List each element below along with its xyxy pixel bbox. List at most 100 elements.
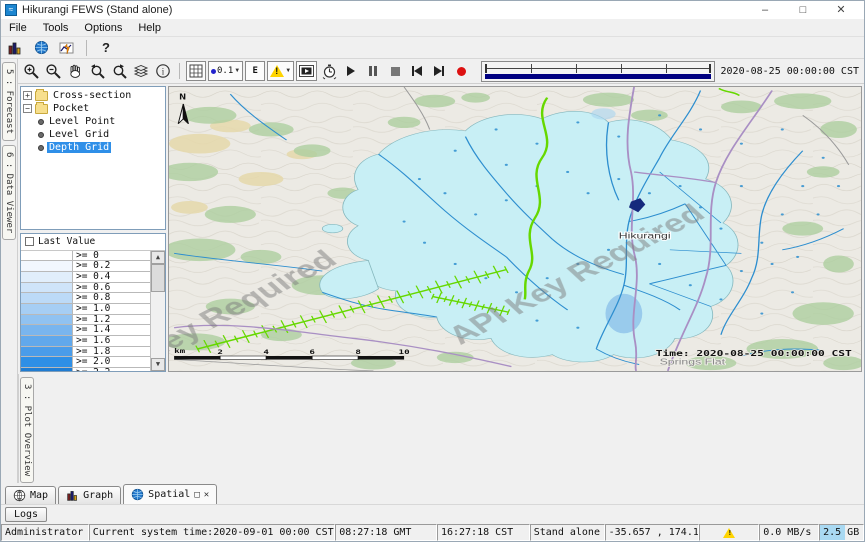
tab-forecast[interactable]: 5 : Forecast [2, 62, 16, 141]
zoom-in-icon[interactable] [21, 61, 41, 81]
svg-text:2: 2 [217, 348, 223, 355]
maximize-button[interactable]: □ [784, 2, 822, 19]
layers-icon[interactable] [131, 61, 151, 81]
skip-to-end-button[interactable] [429, 61, 449, 81]
tab-graph-label: Graph [83, 490, 113, 501]
svg-text:i: i [162, 67, 165, 77]
legend-scrollbar[interactable]: ▲ ▼ [151, 251, 165, 371]
legend-color-swatch [21, 315, 73, 325]
time-slider-track[interactable] [485, 64, 710, 73]
title-bar: ≈ Hikurangi FEWS (Stand alone) – □ ✕ [1, 1, 864, 19]
labels-toggle-button[interactable]: E [245, 61, 265, 81]
zoom-next-icon[interactable] [109, 61, 129, 81]
info-icon[interactable]: i [153, 61, 173, 81]
tree-node-cross-section[interactable]: + Cross-section [23, 89, 165, 102]
help-question-icon: ? [102, 40, 110, 55]
class-dot-icon [211, 69, 216, 74]
legend-value-label: >= 1.4 [73, 325, 150, 335]
main-area: 5 : Forecast 6 : Data Viewer [1, 59, 864, 483]
legend-row[interactable]: >= 2.2 [21, 368, 150, 371]
toolbar-separator [86, 40, 87, 56]
forecast-manager-icon[interactable] [4, 38, 26, 58]
svg-text:8: 8 [355, 348, 361, 355]
legend-body: >= 0>= 0.2>= 0.4>= 0.6>= 0.8>= 1.0>= 1.2… [21, 251, 165, 371]
help-button[interactable]: ? [95, 38, 117, 58]
skip-to-start-button[interactable] [407, 61, 427, 81]
status-bar: Administrator Current system time:2020-0… [1, 524, 864, 541]
menu-file[interactable]: File [1, 21, 35, 35]
grid-display-button[interactable] [186, 61, 206, 81]
zoom-out-icon[interactable] [43, 61, 63, 81]
layer-tree: + Cross-section − Pocket Level P [20, 86, 166, 230]
menu-help[interactable]: Help [130, 21, 169, 35]
legend-value-label: >= 0.6 [73, 283, 150, 293]
zoom-previous-icon[interactable] [87, 61, 107, 81]
tab-map[interactable]: Map [5, 486, 56, 504]
app-window: ≈ Hikurangi FEWS (Stand alone) – □ ✕ Fil… [0, 0, 865, 542]
menu-tools[interactable]: Tools [35, 21, 77, 35]
window-controls: – □ ✕ [746, 2, 860, 19]
animation-timer-icon[interactable] [319, 61, 339, 81]
legend-color-swatch [21, 357, 73, 367]
time-slider[interactable] [481, 61, 714, 82]
tree-node-label: Cross-section [51, 90, 133, 101]
tab-plot-overview[interactable]: 3 : Plot Overview [20, 377, 34, 483]
legend-value-label: >= 0.8 [73, 293, 150, 303]
status-local-time: 16:27:18 CST [437, 524, 530, 541]
status-coordinates: -35.657 , 174.199 [605, 524, 700, 541]
tree-node-pocket[interactable]: − Pocket [23, 102, 165, 115]
status-alerts[interactable] [699, 524, 759, 541]
tab-close-icon[interactable]: ✕ [204, 490, 209, 500]
timeseries-display-icon[interactable] [56, 38, 78, 58]
collapse-icon[interactable]: − [23, 104, 32, 113]
warning-triangle-icon [270, 65, 284, 77]
menu-options[interactable]: Options [76, 21, 130, 35]
toolbar-separator [179, 63, 180, 79]
status-gmt-time: 08:27:18 GMT [335, 524, 437, 541]
close-button[interactable]: ✕ [822, 2, 860, 19]
tree-node-label-selected: Depth Grid [47, 142, 111, 153]
legend-panel: Last Value >= 0>= 0.2>= 0.4>= 0.6>= 0.8>… [20, 233, 166, 372]
tree-node-label: Level Point [47, 116, 117, 127]
tree-node-level-grid[interactable]: Level Grid [23, 128, 165, 141]
chevron-down-icon: ▼ [285, 68, 291, 74]
classification-dropdown[interactable]: 0.1 ▼ [208, 61, 243, 81]
animation-export-button[interactable] [296, 61, 317, 81]
tree-node-level-point[interactable]: Level Point [23, 115, 165, 128]
tab-spatial[interactable]: Spatial □ ✕ [123, 484, 217, 504]
current-time-label: 2020-08-25 00:00:00 CST [721, 66, 861, 77]
svg-text:10: 10 [399, 348, 410, 355]
tab-data-viewer[interactable]: 6 : Data Viewer [2, 145, 16, 240]
stop-button[interactable] [385, 61, 405, 81]
spatial-display-icon[interactable] [30, 38, 52, 58]
tab-maximize-icon[interactable]: □ [194, 490, 199, 500]
tab-graph[interactable]: Graph [58, 486, 121, 504]
pan-hand-icon[interactable] [65, 61, 85, 81]
play-button[interactable] [341, 61, 361, 81]
folder-icon [35, 104, 48, 114]
thresholds-dropdown[interactable]: ▼ [267, 61, 294, 81]
label-letter: E [253, 66, 258, 76]
legend-color-swatch [21, 261, 73, 271]
pause-button[interactable] [363, 61, 383, 81]
bullet-icon [38, 145, 44, 151]
map-time-label: Time: 2020-08-25 00:00:00 CST [656, 349, 852, 359]
scrollbar-thumb[interactable] [151, 264, 165, 292]
classification-value: 0.1 [217, 66, 233, 76]
map-canvas[interactable]: API Key Required API Key Required Hikura… [169, 87, 861, 371]
scroll-down-icon[interactable]: ▼ [151, 358, 165, 371]
tree-node-depth-grid[interactable]: Depth Grid [23, 141, 165, 154]
map-toolbar: i 0.1 ▼ E ▼ [18, 59, 864, 84]
tree-node-label: Level Grid [47, 129, 111, 140]
minimize-button[interactable]: – [746, 2, 784, 19]
legend-value-label: >= 2.0 [73, 357, 150, 367]
map-view[interactable]: API Key Required API Key Required Hikura… [168, 86, 862, 372]
expand-icon[interactable]: + [23, 91, 32, 100]
scrollbar-track[interactable] [151, 264, 165, 358]
last-value-checkbox[interactable] [25, 237, 34, 246]
record-button[interactable] [451, 61, 471, 81]
legend-value-label: >= 0.2 [73, 261, 150, 271]
scroll-up-icon[interactable]: ▲ [151, 251, 165, 264]
status-download-speed: 0.0 MB/s [759, 524, 819, 541]
logs-tab[interactable]: Logs [5, 507, 47, 522]
